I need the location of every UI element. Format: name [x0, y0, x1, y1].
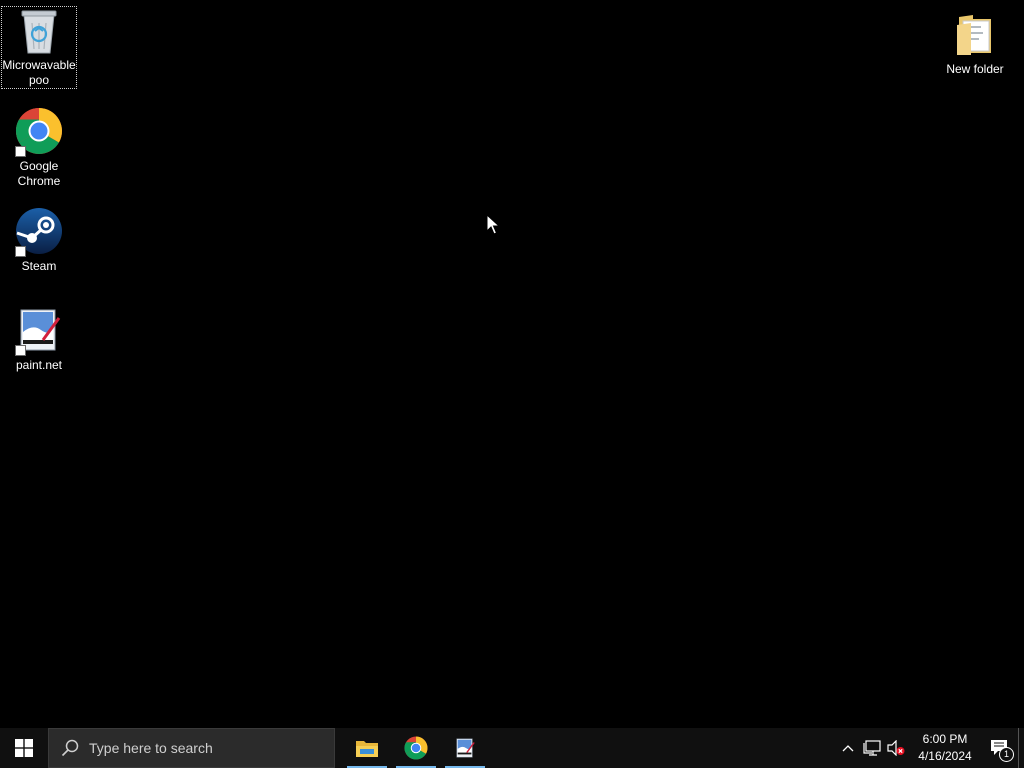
mouse-cursor-icon	[486, 213, 501, 236]
shortcut-arrow-icon	[15, 146, 26, 157]
desktop[interactable]: Microwavable poo Google Chrome Steam pai…	[0, 0, 1024, 728]
taskbar-file-explorer-button[interactable]	[343, 728, 391, 768]
shortcut-arrow-icon	[15, 246, 26, 257]
desktop-icon-new-folder[interactable]: New folder	[937, 8, 1013, 77]
search-input[interactable]: Type here to search	[48, 728, 335, 768]
taskbar: Type here to search 6:00 PM 4/16/2024 1	[0, 728, 1024, 768]
show-desktop-button[interactable]	[1018, 728, 1024, 768]
steam-icon	[13, 205, 65, 257]
file-explorer-icon	[356, 741, 378, 757]
network-tray-button[interactable]	[860, 728, 884, 768]
desktop-icon-label: Google Chrome	[17, 159, 61, 188]
desktop-icon-recycle-bin[interactable]: Microwavable poo	[1, 6, 77, 89]
taskbar-paintnet-button[interactable]	[441, 728, 489, 768]
shortcut-arrow-icon	[15, 345, 26, 356]
chrome-icon	[404, 736, 428, 760]
taskbar-chrome-button[interactable]	[392, 728, 440, 768]
search-placeholder: Type here to search	[89, 740, 213, 756]
show-hidden-icons-button[interactable]	[836, 728, 860, 768]
desktop-icon-label: Microwavable poo	[2, 58, 76, 87]
desktop-icon-paintnet[interactable]: paint.net	[1, 304, 77, 373]
desktop-icon-label: paint.net	[15, 358, 63, 372]
desktop-icon-label: Steam	[21, 259, 57, 273]
clock-date: 4/16/2024	[918, 749, 972, 763]
notification-count-badge: 1	[999, 747, 1014, 762]
windows-logo-icon	[15, 739, 33, 757]
volume-muted-icon	[887, 740, 905, 756]
desktop-icon-steam[interactable]: Steam	[1, 205, 77, 274]
system-tray: 6:00 PM 4/16/2024 1	[836, 728, 1024, 768]
action-center-button[interactable]: 1	[982, 728, 1018, 768]
volume-tray-button[interactable]	[884, 728, 908, 768]
search-icon	[61, 739, 79, 757]
folder-icon	[949, 8, 1001, 60]
clock-time: 6:00 PM	[922, 732, 968, 746]
network-icon	[863, 740, 881, 756]
chevron-up-icon	[842, 745, 854, 752]
start-button[interactable]	[0, 728, 48, 768]
paintnet-icon	[456, 738, 475, 758]
taskbar-clock[interactable]: 6:00 PM 4/16/2024	[914, 731, 976, 765]
paintnet-icon	[13, 304, 65, 356]
recycle-bin-icon	[13, 7, 65, 56]
desktop-icon-label: New folder	[946, 62, 1004, 76]
chrome-icon	[13, 105, 65, 157]
desktop-icon-chrome[interactable]: Google Chrome	[1, 105, 77, 189]
